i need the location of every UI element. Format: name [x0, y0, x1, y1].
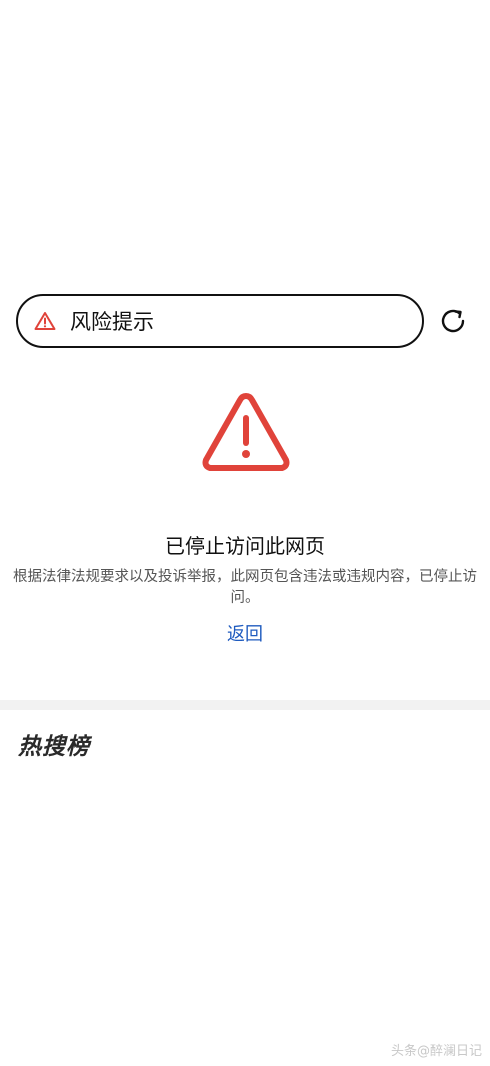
page: 风险提示 已停止访问此网页 根据法律法规要求以及投诉举报，此网页包含违法或违规内… [0, 0, 490, 1066]
watermark: 头条@醉澜日记 [390, 1044, 482, 1059]
hot-list-title-text: 热搜榜 [18, 734, 90, 760]
back-link-row: 返回 [0, 620, 490, 646]
address-bar[interactable]: 风险提示 [16, 294, 424, 348]
hot-list-title[interactable]: 热搜榜 [18, 727, 90, 761]
warning-triangle-icon [200, 390, 292, 474]
address-row: 风险提示 [16, 294, 474, 348]
back-link[interactable]: 返回 [227, 624, 263, 645]
refresh-icon [441, 309, 465, 333]
address-title: 风险提示 [70, 310, 154, 334]
section-divider [0, 700, 490, 710]
notice-description: 根据法律法规要求以及投诉举报，此网页包含违法或违规内容，已停止访问。 [13, 569, 477, 606]
refresh-button[interactable] [436, 304, 470, 338]
notice-headline: 已停止访问此网页 [165, 534, 325, 558]
warning-triangle-icon [34, 311, 56, 331]
